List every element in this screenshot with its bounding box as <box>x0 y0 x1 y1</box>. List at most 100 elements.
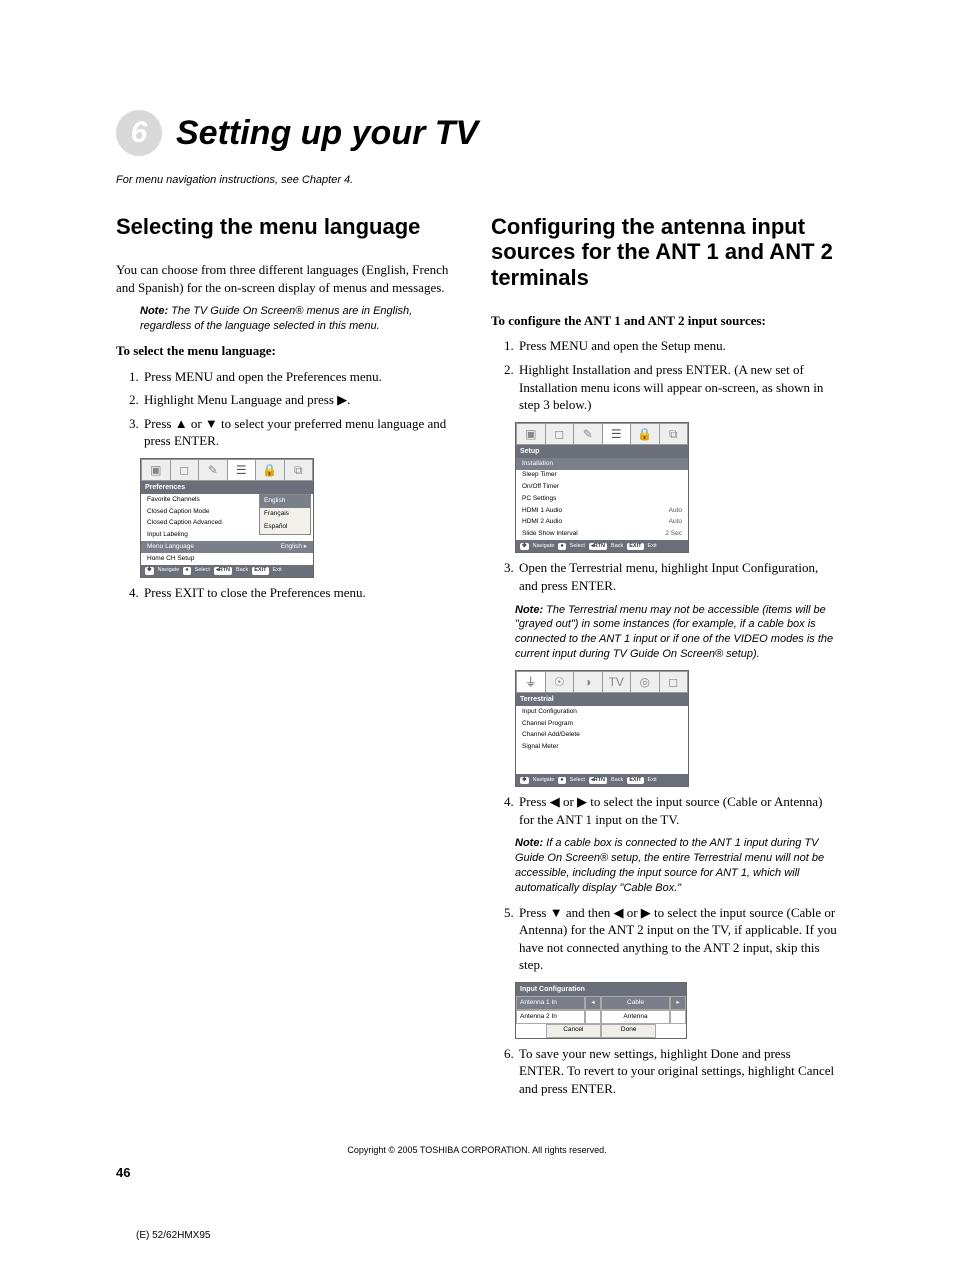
step-item: Press ◀ or ▶ to select the input source … <box>517 793 838 828</box>
left-column: Selecting the menu language You can choo… <box>116 214 463 1105</box>
menu-row-selected: Menu LanguageEnglish ▸ <box>141 541 313 553</box>
select-icon: ● <box>183 567 190 574</box>
menu-tab-icon: ⏚ <box>516 671 545 693</box>
note-block: Note: If a cable box is connected to the… <box>515 836 838 895</box>
back-pill: ◂RTN <box>589 543 607 550</box>
step-item: Open the Terrestrial menu, highlight Inp… <box>517 559 838 594</box>
menu-tab-icon: ◻ <box>170 459 199 481</box>
menu-row: Home CH Setup <box>141 553 313 565</box>
section-heading-right: Configuring the antenna input sources fo… <box>491 214 838 290</box>
note-label: Note: <box>140 305 168 317</box>
language-popup: English Français Español <box>259 494 311 534</box>
step-item: To save your new settings, highlight Don… <box>517 1045 838 1098</box>
step-item: Highlight Menu Language and press ▶. <box>142 391 463 409</box>
step-item: Press MENU and open the Preferences menu… <box>142 368 463 386</box>
nav-icon: ✥ <box>520 777 529 784</box>
step-item: Highlight Installation and press ENTER. … <box>517 361 838 414</box>
setup-menu-screenshot: ▣ ◻ ✎ ☰ 🔒 ⧉ Setup Installation Sleep Tim… <box>515 422 689 554</box>
menu-row: Channel Add/Delete <box>516 730 688 742</box>
note-text: The Terrestrial menu may not be accessib… <box>515 604 833 661</box>
step-item: Press ▼ and then ◀ or ▶ to select the in… <box>517 904 838 974</box>
menu-tab-icon: TV <box>602 671 631 693</box>
menu-row: Input Configuration <box>516 706 688 718</box>
input-row-value: Antenna <box>601 1010 670 1024</box>
menu-tab-icon: ☰ <box>227 459 256 481</box>
chapter-subnote: For menu navigation instructions, see Ch… <box>116 174 838 186</box>
menu-row: Signal Meter <box>516 742 688 754</box>
menu-tab-icon: ⧉ <box>284 459 314 481</box>
menu-tab-icon: ✎ <box>198 459 227 481</box>
menu-row: HDMI 2 AudioAuto <box>516 517 688 529</box>
menu-tab-icon: ◻ <box>545 423 574 445</box>
right-arrow-icon <box>670 1010 686 1024</box>
chapter-number-badge: 6 <box>116 110 162 156</box>
preferences-menu-screenshot: ▣ ◻ ✎ ☰ 🔒 ⧉ Preferences Favorite Channel… <box>140 458 314 578</box>
intro-paragraph: You can choose from three different lang… <box>116 261 463 296</box>
menu-row: PC Settings <box>516 493 688 505</box>
popup-item: Español <box>260 521 310 534</box>
input-configuration-screenshot: Input Configuration Antenna 1 In ◂ Cable… <box>515 982 687 1039</box>
right-column: Configuring the antenna input sources fo… <box>491 214 838 1105</box>
menu-title: Terrestrial <box>516 693 688 706</box>
menu-tab-icon: ▣ <box>141 459 170 481</box>
exit-pill: EXIT <box>252 567 268 574</box>
steps-heading: To configure the ANT 1 and ANT 2 input s… <box>491 312 838 330</box>
back-pill: ◂RTN <box>214 567 232 574</box>
menu-row: On/Off Timer <box>516 482 688 494</box>
nav-icon: ✥ <box>520 543 529 550</box>
note-text: The TV Guide On Screen® menus are in Eng… <box>140 305 412 332</box>
note-label: Note: <box>515 837 543 849</box>
menu-iconbar: ▣ ◻ ✎ ☰ 🔒 ⧉ <box>141 459 313 481</box>
exit-pill: EXIT <box>627 543 643 550</box>
menu-title: Setup <box>516 445 688 458</box>
input-row-label: Antenna 2 In <box>516 1010 585 1024</box>
step-item: Press MENU and open the Setup menu. <box>517 337 838 355</box>
menu-tab-icon: 🔒 <box>630 423 659 445</box>
menu-tab-icon: ☰ <box>602 423 631 445</box>
menu-tab-icon: ☉ <box>545 671 574 693</box>
done-button: Done <box>601 1024 656 1038</box>
left-arrow-icon <box>585 1010 601 1024</box>
cancel-button: Cancel <box>546 1024 601 1038</box>
terrestrial-menu-screenshot: ⏚ ☉ ◑ TV ◎ ◻ Terrestrial Input Configura… <box>515 670 689 787</box>
menu-tab-icon: ◎ <box>630 671 659 693</box>
copyright-footer: Copyright © 2005 TOSHIBA CORPORATION. Al… <box>116 1145 838 1155</box>
chapter-header: 6 Setting up your TV <box>116 110 838 156</box>
select-icon: ● <box>558 543 565 550</box>
select-icon: ● <box>558 777 565 784</box>
menu-footer: ✥Navigate ●Select ◂RTNBack EXITExit <box>516 774 688 786</box>
note-block: Note: The TV Guide On Screen® menus are … <box>140 304 463 334</box>
menu-row: HDMI 1 AudioAuto <box>516 505 688 517</box>
menu-iconbar: ▣ ◻ ✎ ☰ 🔒 ⧉ <box>516 423 688 445</box>
note-text: If a cable box is connected to the ANT 1… <box>515 837 824 894</box>
section-heading-left: Selecting the menu language <box>116 214 463 239</box>
menu-tab-icon: ◑ <box>573 671 602 693</box>
input-row-value: Cable <box>601 996 670 1010</box>
back-pill: ◂RTN <box>589 777 607 784</box>
menu-row: Slide Show Interval2 Sec <box>516 529 688 541</box>
menu-row: Channel Program <box>516 718 688 730</box>
menu-tab-icon: 🔒 <box>255 459 284 481</box>
menu-footer: ✥Navigate ●Select ◂RTNBack EXITExit <box>141 565 313 577</box>
menu-footer: ✥Navigate ●Select ◂RTNBack EXITExit <box>516 540 688 552</box>
nav-icon: ✥ <box>145 567 154 574</box>
menu-tab-icon: ▣ <box>516 423 545 445</box>
menu-title: Preferences <box>141 481 313 494</box>
exit-pill: EXIT <box>627 777 643 784</box>
input-config-title: Input Configuration <box>516 983 686 996</box>
menu-tab-icon: ◻ <box>659 671 689 693</box>
popup-item: Français <box>260 508 310 521</box>
chapter-title: Setting up your TV <box>176 114 478 153</box>
input-row-label: Antenna 1 In <box>516 996 585 1010</box>
document-id: (E) 52/62HMX95 <box>116 1230 838 1241</box>
step-item: Press EXIT to close the Preferences menu… <box>142 584 463 602</box>
right-arrow-icon: ▸ <box>670 996 686 1010</box>
left-arrow-icon: ◂ <box>585 996 601 1010</box>
page-number: 46 <box>116 1165 838 1180</box>
menu-row: Sleep Timer <box>516 470 688 482</box>
menu-row-selected: Installation <box>516 458 688 470</box>
menu-tab-icon: ⧉ <box>659 423 689 445</box>
menu-tab-icon: ✎ <box>573 423 602 445</box>
note-block: Note: The Terrestrial menu may not be ac… <box>515 603 838 662</box>
menu-iconbar: ⏚ ☉ ◑ TV ◎ ◻ <box>516 671 688 693</box>
